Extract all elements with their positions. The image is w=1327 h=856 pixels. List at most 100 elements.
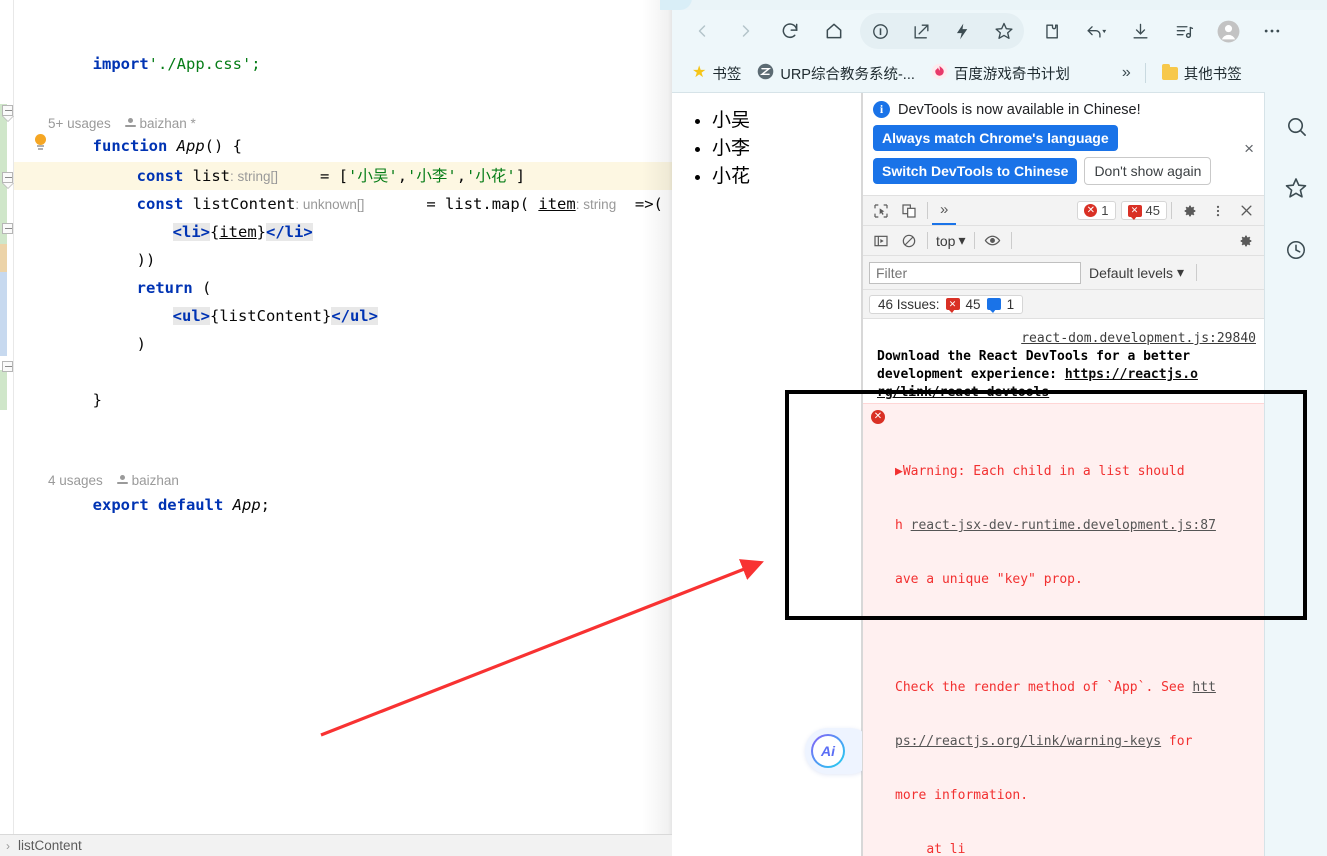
code-line-return: return ( xyxy=(136,279,212,297)
inspect-element-icon[interactable] xyxy=(867,198,895,224)
switch-to-chinese-button[interactable]: Switch DevTools to Chinese xyxy=(873,158,1078,184)
other-bookmarks-button[interactable]: 其他书签 xyxy=(1154,60,1250,87)
chevron-down-icon: ▾ xyxy=(958,232,966,248)
toolbar-divider-2 xyxy=(1171,202,1172,219)
chevron-down-icon: ▾ xyxy=(1177,264,1185,280)
other-bookmarks-label: 其他书签 xyxy=(1183,66,1242,83)
close-icon[interactable] xyxy=(1232,198,1260,224)
bookmark-label-2: 百度游戏奇书计划 xyxy=(953,66,1070,83)
bookmark-item-2[interactable]: 百度游戏奇书计划 xyxy=(923,60,1078,87)
ai-icon: Ai xyxy=(811,734,845,768)
downloads-button[interactable] xyxy=(1118,11,1162,51)
lightning-bolt-button[interactable] xyxy=(942,13,983,49)
error-bubble-icon: ✕ xyxy=(1127,204,1142,220)
devtools-language-banner: i DevTools is now available in Chinese! … xyxy=(863,93,1264,196)
profile-button[interactable] xyxy=(1206,11,1250,51)
sidebar-search-button[interactable] xyxy=(1276,106,1316,146)
error-stack-1: at li xyxy=(895,842,966,856)
code-line-const-list: const list: string[] = ['小吴','小李','小花'] xyxy=(136,167,526,185)
info-icon: i xyxy=(873,101,890,118)
execution-context-label: top xyxy=(936,232,956,249)
code-line-close-paren: ) xyxy=(62,302,146,353)
bookmark-star-button[interactable] xyxy=(983,13,1024,49)
code-fold-function[interactable] xyxy=(2,105,14,122)
filter-divider xyxy=(1196,264,1198,281)
warning-keys-link[interactable]: htt xyxy=(1192,680,1215,695)
urp-site-icon xyxy=(757,63,774,84)
breadcrumb-label[interactable]: listContent xyxy=(18,838,82,853)
forward-button[interactable] xyxy=(724,11,768,51)
extensions-button[interactable] xyxy=(1030,11,1074,51)
warning-keys-link-cont[interactable]: ps://reactjs.org/link/warning-keys xyxy=(895,734,1161,749)
playlist-music-button[interactable] xyxy=(1162,11,1206,51)
dont-show-again-button[interactable]: Don't show again xyxy=(1084,157,1212,185)
error-count-badge[interactable]: ✕ 1 xyxy=(1077,201,1116,220)
error-circle-icon: ✕ xyxy=(1084,204,1098,217)
kebab-menu-icon[interactable] xyxy=(1204,198,1232,224)
error-line-1: ▶Warning: Each child in a list should xyxy=(895,464,1185,479)
code-fold-function-end[interactable] xyxy=(2,361,13,372)
bookmarks-bar: ★ 书签 URP综合教务系统-... 百度游戏奇书计划 » 其他书签 xyxy=(672,55,1327,91)
toolbar-divider xyxy=(927,202,928,219)
code-line-export: export default App; xyxy=(92,496,270,514)
editor-breadcrumb-statusbar: › listContent xyxy=(0,834,672,856)
banner-close-icon[interactable]: × xyxy=(1244,139,1254,159)
gear-icon[interactable] xyxy=(1176,198,1204,224)
code-line-function: function App() { xyxy=(92,137,242,155)
history-back-dropdown-button[interactable] xyxy=(1074,11,1118,51)
warning-count-badge[interactable]: ✕ 45 xyxy=(1120,201,1167,220)
console-error-warning-keys[interactable]: ✕ ▶Warning: Each child in a list should … xyxy=(863,403,1264,856)
page-info-button[interactable] xyxy=(860,13,901,49)
console-settings-gear-icon[interactable] xyxy=(1232,228,1260,254)
react-devtools-link-cont[interactable]: rg/link/react-devtools xyxy=(877,384,1256,402)
close-paren-text: ) xyxy=(136,335,146,353)
bookmark-item-1[interactable]: URP综合教务系统-... xyxy=(749,60,923,87)
devtools-panel: i DevTools is now available in Chinese! … xyxy=(862,93,1264,856)
error-line-2-wrap: h react-jsx-dev-runtime.development.js:8… xyxy=(895,518,1216,533)
error-source-link[interactable]: react-jsx-dev-runtime.development.js:87 xyxy=(911,518,1216,533)
code-fold-map-end[interactable] xyxy=(2,223,13,234)
console-sidebar-icon[interactable] xyxy=(867,228,895,254)
code-line-const-listcontent: const listContent: unknown[] = list.map( … xyxy=(136,195,663,213)
reload-button[interactable] xyxy=(768,11,812,51)
back-button[interactable] xyxy=(680,11,724,51)
more-panels-tab[interactable]: » xyxy=(932,196,957,225)
issues-label: 46 Issues: xyxy=(878,296,940,312)
react-devtools-link[interactable]: https://reactjs.o xyxy=(1065,367,1198,382)
bookmarks-divider xyxy=(1144,63,1146,83)
issues-error-icon: ✕ xyxy=(945,298,960,313)
more-menu-button[interactable] xyxy=(1250,11,1294,51)
param-item: item xyxy=(538,195,576,213)
home-button[interactable] xyxy=(812,11,856,51)
bookmark-item-0[interactable]: ★ 书签 xyxy=(684,60,749,87)
page-viewport: 小吴 小李 小花 Ai xyxy=(672,93,873,856)
console-issues-bar: 46 Issues: ✕ 45 1 xyxy=(863,290,1264,319)
browser-window: ★ 书签 URP综合教务系统-... 百度游戏奇书计划 » 其他书签 • 小吴 … xyxy=(660,0,1327,856)
device-toolbar-icon[interactable] xyxy=(895,198,923,224)
code-line-ul: <ul>{listContent}</ul> xyxy=(172,307,378,325)
filter-input[interactable] xyxy=(869,261,1081,284)
clear-console-icon[interactable] xyxy=(895,228,923,254)
live-expression-eye-icon[interactable] xyxy=(979,228,1007,254)
issues-info-icon xyxy=(986,298,1001,313)
ide-editor-pane: import'./App.css'; 5+ usages baizhan * f… xyxy=(0,0,672,856)
list-item: 小李 xyxy=(712,135,861,163)
share-button[interactable] xyxy=(901,13,942,49)
console-message-react-devtools[interactable]: react-dom.development.js:29840 Download … xyxy=(863,329,1264,403)
sidebar-history-button[interactable] xyxy=(1276,230,1316,270)
code-fold-map[interactable] xyxy=(2,172,14,189)
gutter-change-stripe-green3 xyxy=(0,370,7,410)
bookmarks-overflow-button[interactable]: » xyxy=(1116,64,1137,82)
console-messages[interactable]: react-dom.development.js:29840 Download … xyxy=(863,329,1264,856)
console-toolbar: top ▾ xyxy=(863,226,1264,256)
sidebar-favorites-button[interactable] xyxy=(1276,168,1316,208)
log-levels-selector[interactable]: Default levels ▾ xyxy=(1089,264,1184,281)
always-match-language-button[interactable]: Always match Chrome's language xyxy=(873,125,1118,151)
execution-context-selector[interactable]: top ▾ xyxy=(932,232,970,249)
gutter-change-stripe-orange xyxy=(0,244,7,272)
code-text-area[interactable]: import'./App.css'; 5+ usages baizhan * f… xyxy=(14,0,672,834)
console-source-link[interactable]: react-dom.development.js:29840 xyxy=(877,330,1256,348)
type-hint-item: : string xyxy=(575,197,617,212)
issues-summary-button[interactable]: 46 Issues: ✕ 45 1 xyxy=(869,294,1024,314)
intention-bulb-icon[interactable] xyxy=(34,134,47,150)
